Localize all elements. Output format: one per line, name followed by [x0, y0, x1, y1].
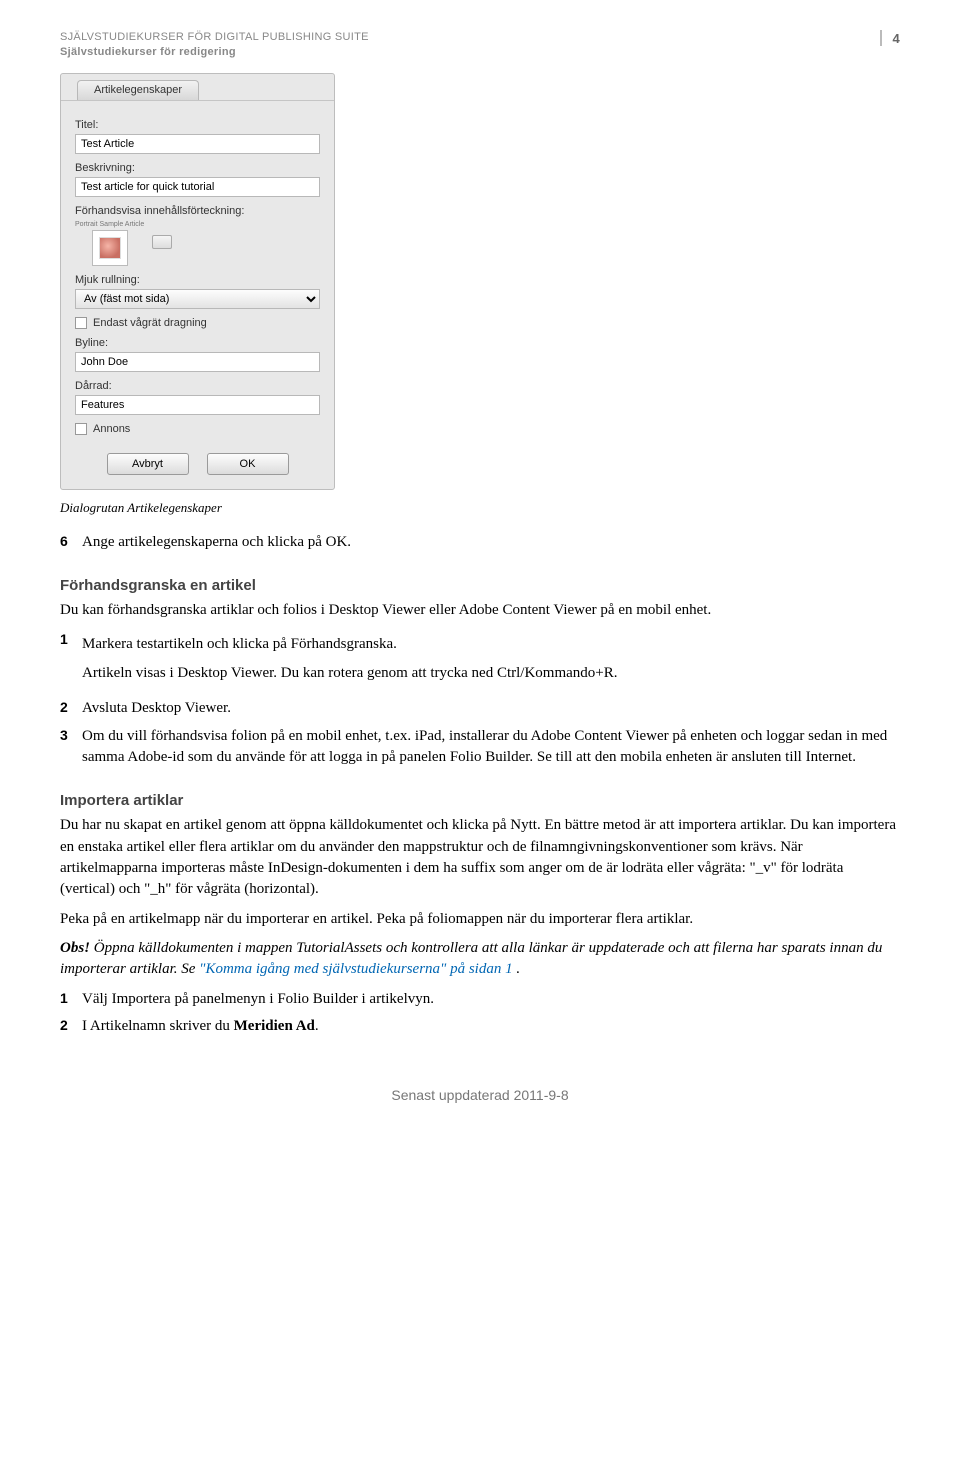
import-step-2c: . [315, 1018, 319, 1034]
import-step-1: 1 Välj Importera på panelmenyn i Folio B… [60, 989, 900, 1010]
ad-label: Annons [93, 423, 130, 435]
header-subtitle: Självstudiekurser för redigering [60, 46, 236, 58]
import-step-2b: Meridien Ad [234, 1018, 315, 1034]
description-label: Beskrivning: [75, 162, 320, 174]
import-step-2-body: I Artikelnamn skriver du Meridien Ad. [82, 1016, 900, 1037]
dialog-body: Titel: Beskrivning: Förhandsvisa innehål… [61, 100, 334, 475]
folder-icon[interactable] [152, 235, 172, 249]
step-6: 6 Ange artikelegenskaperna och klicka på… [60, 532, 900, 553]
step-6-num: 6 [60, 532, 74, 553]
horizontal-only-checkbox[interactable] [75, 317, 87, 329]
import-step-1-body: Välj Importera på panelmenyn i Folio Bui… [82, 989, 900, 1010]
horizontal-only-label: Endast vågrät dragning [93, 317, 207, 329]
header-title-2: Självstudiekurser för redigering [60, 45, 369, 60]
thumbnail-image [99, 237, 121, 259]
section-import-p2: Peka på en artikelmapp när du importerar… [60, 909, 900, 930]
kicker-label: Dårrad: [75, 380, 320, 392]
smooth-scroll-label: Mjuk rullning: [75, 274, 320, 286]
obs-link[interactable]: "Komma igång med självstudiekurserna" på… [199, 961, 512, 977]
description-input[interactable] [75, 177, 320, 197]
header-title-1: SJÄLVSTUDIEKURSER FÖR DIGITAL PUBLISHING… [60, 30, 369, 45]
preview-step-3-body: Om du vill förhandsvisa folion på en mob… [82, 726, 900, 769]
horizontal-only-row[interactable]: Endast vågrät dragning [75, 317, 320, 329]
thumb-row: Portrait Sample Article [75, 221, 320, 266]
preview-step-2-body: Avsluta Desktop Viewer. [82, 698, 900, 719]
obs-label: Obs! [60, 940, 90, 956]
title-label: Titel: [75, 119, 320, 131]
preview-step-1-num: 1 [60, 630, 74, 693]
header-left: SJÄLVSTUDIEKURSER FÖR DIGITAL PUBLISHING… [60, 30, 369, 61]
page-number-rule [880, 30, 882, 46]
byline-input[interactable] [75, 352, 320, 372]
dialog-tab[interactable]: Artikelegenskaper [77, 80, 199, 100]
import-step-1-num: 1 [60, 989, 74, 1010]
page-number-box: 4 [880, 30, 900, 46]
section-preview-intro: Du kan förhandsgranska artiklar och foli… [60, 600, 900, 621]
byline-label: Byline: [75, 337, 320, 349]
preview-step-3: 3 Om du vill förhandsvisa folion på en m… [60, 726, 900, 769]
body-text: 6 Ange artikelegenskaperna och klicka på… [60, 532, 900, 1037]
ok-button[interactable]: OK [207, 453, 289, 475]
section-import-head: Importera artiklar [60, 790, 900, 811]
toc-thumbnail[interactable] [92, 230, 128, 266]
page-footer: Senast uppdaterad 2011-9-8 [60, 1087, 900, 1103]
section-preview-head: Förhandsgranska en artikel [60, 575, 900, 596]
section-import-p1: Du har nu skapat en artikel genom att öp… [60, 815, 900, 900]
thumb-col: Portrait Sample Article [75, 221, 144, 266]
obs-tail: . [516, 961, 520, 977]
section-import-obs: Obs! Öppna källdokumenten i mappen Tutor… [60, 938, 900, 981]
dialog-buttons: Avbryt OK [75, 453, 320, 475]
page-header: SJÄLVSTUDIEKURSER FÖR DIGITAL PUBLISHING… [60, 30, 900, 61]
preview-step-3-num: 3 [60, 726, 74, 769]
article-properties-dialog: Artikelegenskaper Titel: Beskrivning: Fö… [60, 73, 335, 490]
thumb-label: Portrait Sample Article [75, 221, 144, 228]
ad-row[interactable]: Annons [75, 423, 320, 435]
import-step-2: 2 I Artikelnamn skriver du Meridien Ad. [60, 1016, 900, 1037]
title-input[interactable] [75, 134, 320, 154]
page-number: 4 [892, 30, 900, 46]
import-step-2-num: 2 [60, 1016, 74, 1037]
import-step-2a: I Artikelnamn skriver du [82, 1018, 234, 1034]
preview-step-1: 1 Markera testartikeln och klicka på För… [60, 630, 900, 693]
preview-step-2-num: 2 [60, 698, 74, 719]
preview-step-1a: Markera testartikeln och klicka på Förha… [82, 634, 900, 655]
ad-checkbox[interactable] [75, 423, 87, 435]
preview-step-1b: Artikeln visas i Desktop Viewer. Du kan … [82, 663, 900, 684]
dialog-caption: Dialogrutan Artikelegenskaper [60, 500, 900, 516]
smooth-scroll-select[interactable]: Av (fäst mot sida) [75, 289, 320, 309]
preview-step-2: 2 Avsluta Desktop Viewer. [60, 698, 900, 719]
preview-step-1-body: Markera testartikeln och klicka på Förha… [82, 630, 900, 693]
cancel-button[interactable]: Avbryt [107, 453, 189, 475]
step-6-text: Ange artikelegenskaperna och klicka på O… [82, 532, 900, 553]
kicker-input[interactable] [75, 395, 320, 415]
preview-toc-label: Förhandsvisa innehållsförteckning: [75, 205, 320, 217]
